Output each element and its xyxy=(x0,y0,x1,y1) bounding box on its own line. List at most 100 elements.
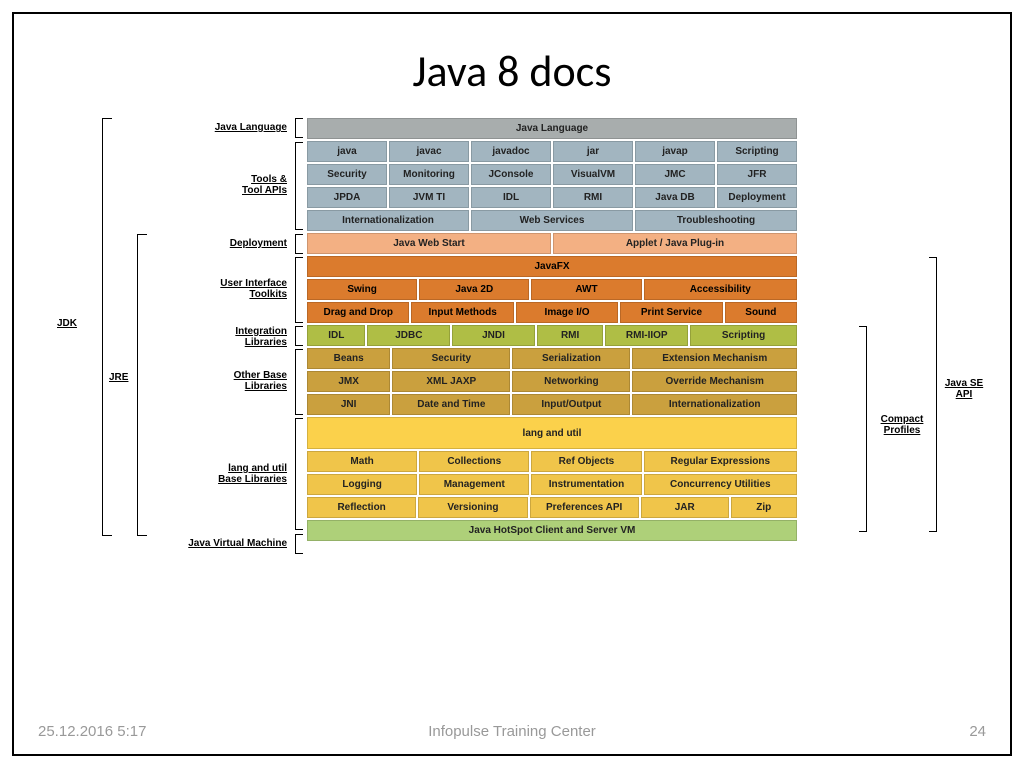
cell[interactable]: Accessibility xyxy=(644,279,797,300)
cell[interactable]: JDBC xyxy=(367,325,450,346)
row-other-3: JNIDate and TimeInput/OutputInternationa… xyxy=(307,394,797,415)
cell[interactable]: Reflection xyxy=(307,497,416,518)
cell[interactable]: Preferences API xyxy=(530,497,639,518)
cell[interactable]: Java 2D xyxy=(419,279,529,300)
row-langutil-header: lang and util xyxy=(307,417,797,449)
cell[interactable]: Web Services xyxy=(471,210,633,231)
label-jdk[interactable]: JDK xyxy=(57,318,93,329)
cell[interactable]: Security xyxy=(392,348,510,369)
label-integ[interactable]: Integration Libraries xyxy=(207,326,287,348)
bracket-jdk xyxy=(102,118,112,536)
cell[interactable]: Beans xyxy=(307,348,390,369)
cell[interactable]: Java HotSpot Client and Server VM xyxy=(307,520,797,541)
label-jvm[interactable]: Java Virtual Machine xyxy=(165,538,287,549)
left-labels: JDK JRE Java Language Tools & Tool APIs … xyxy=(47,118,307,658)
cell[interactable]: XML JAXP xyxy=(392,371,510,392)
cell[interactable]: Management xyxy=(419,474,529,495)
row-ui-1: SwingJava 2DAWTAccessibility xyxy=(307,279,797,300)
cell[interactable]: Date and Time xyxy=(392,394,510,415)
cell[interactable]: JNI xyxy=(307,394,390,415)
cell[interactable]: Drag and Drop xyxy=(307,302,409,323)
cell[interactable]: Networking xyxy=(512,371,630,392)
cell[interactable]: Java DB xyxy=(635,187,715,208)
cell[interactable]: javap xyxy=(635,141,715,162)
row-tools-1: javajavacjavadocjarjavapScripting xyxy=(307,141,797,162)
cell[interactable]: Math xyxy=(307,451,417,472)
slide-title: Java 8 docs xyxy=(14,14,1010,118)
bracket-jre xyxy=(137,234,147,536)
cell[interactable]: Versioning xyxy=(418,497,527,518)
footer-page: 24 xyxy=(969,723,986,740)
row-javafx: JavaFX xyxy=(307,256,797,277)
bracket-integ xyxy=(295,326,303,346)
label-jre[interactable]: JRE xyxy=(109,372,133,383)
cell[interactable]: AWT xyxy=(531,279,641,300)
cell[interactable]: Concurrency Utilities xyxy=(644,474,797,495)
cell[interactable]: JMC xyxy=(635,164,715,185)
cell[interactable]: RMI-IIOP xyxy=(605,325,688,346)
cell[interactable]: javadoc xyxy=(471,141,551,162)
row-langutil-1: MathCollectionsRef ObjectsRegular Expres… xyxy=(307,451,797,472)
label-javase[interactable]: Java SE API xyxy=(939,378,989,400)
cell[interactable]: JavaFX xyxy=(307,256,797,277)
cell[interactable]: Input/Output xyxy=(512,394,630,415)
cell[interactable]: Sound xyxy=(725,302,797,323)
bracket-jvm xyxy=(295,534,303,554)
cell[interactable]: Security xyxy=(307,164,387,185)
cell[interactable]: Internationalization xyxy=(632,394,797,415)
cell[interactable]: Monitoring xyxy=(389,164,469,185)
cell[interactable]: Ref Objects xyxy=(531,451,641,472)
cell[interactable]: Override Mechanism xyxy=(632,371,797,392)
cell[interactable]: Applet / Java Plug-in xyxy=(553,233,797,254)
cell[interactable]: IDL xyxy=(307,325,365,346)
row-tools-4: InternationalizationWeb ServicesTroubles… xyxy=(307,210,797,231)
bracket-ui xyxy=(295,257,303,323)
cell[interactable]: Scripting xyxy=(717,141,797,162)
cell[interactable]: IDL xyxy=(471,187,551,208)
cell[interactable]: Zip xyxy=(731,497,797,518)
cell[interactable]: RMI xyxy=(537,325,604,346)
cell[interactable]: JMX xyxy=(307,371,390,392)
row-other-1: BeansSecuritySerializationExtension Mech… xyxy=(307,348,797,369)
label-ui[interactable]: User Interface Toolkits xyxy=(197,278,287,300)
cell[interactable]: Regular Expressions xyxy=(644,451,797,472)
label-compact[interactable]: Compact Profiles xyxy=(872,414,932,436)
cell[interactable]: Image I/O xyxy=(516,302,618,323)
cell[interactable]: Print Service xyxy=(620,302,722,323)
footer: 25.12.2016 5:17 Infopulse Training Cente… xyxy=(14,723,1010,740)
label-tools[interactable]: Tools & Tool APIs xyxy=(217,174,287,196)
cell[interactable]: JPDA xyxy=(307,187,387,208)
cell[interactable]: JAR xyxy=(641,497,729,518)
slide: Java 8 docs JDK JRE Java Language Tools … xyxy=(12,12,1012,756)
label-deploy[interactable]: Deployment xyxy=(207,238,287,249)
cell[interactable]: Serialization xyxy=(512,348,630,369)
cell[interactable]: Extension Mechanism xyxy=(632,348,797,369)
cell[interactable]: Deployment xyxy=(717,187,797,208)
cell[interactable]: JConsole xyxy=(471,164,551,185)
cell[interactable]: Swing xyxy=(307,279,417,300)
row-deploy: Java Web StartApplet / Java Plug-in xyxy=(307,233,797,254)
cell[interactable]: javac xyxy=(389,141,469,162)
cell[interactable]: lang and util xyxy=(307,417,797,449)
cell[interactable]: Scripting xyxy=(690,325,797,346)
cell[interactable]: JFR xyxy=(717,164,797,185)
label-langutil[interactable]: lang and util Base Libraries xyxy=(197,463,287,485)
cell[interactable]: Java Web Start xyxy=(307,233,551,254)
cell[interactable]: RMI xyxy=(553,187,633,208)
cell[interactable]: JVM TI xyxy=(389,187,469,208)
cell[interactable]: Instrumentation xyxy=(531,474,641,495)
cell[interactable]: VisualVM xyxy=(553,164,633,185)
cell[interactable]: Collections xyxy=(419,451,529,472)
cell[interactable]: Logging xyxy=(307,474,417,495)
label-javalang[interactable]: Java Language xyxy=(177,122,287,133)
cell[interactable]: jar xyxy=(553,141,633,162)
cell[interactable]: Troubleshooting xyxy=(635,210,797,231)
cell[interactable]: JNDI xyxy=(452,325,535,346)
cell[interactable]: Input Methods xyxy=(411,302,513,323)
cell[interactable]: Internationalization xyxy=(307,210,469,231)
cell[interactable]: java xyxy=(307,141,387,162)
bracket-langutil xyxy=(295,418,303,530)
cell[interactable]: Java Language xyxy=(307,118,797,139)
label-other[interactable]: Other Base Libraries xyxy=(207,370,287,392)
row-integ: IDLJDBCJNDIRMIRMI-IIOPScripting xyxy=(307,325,797,346)
